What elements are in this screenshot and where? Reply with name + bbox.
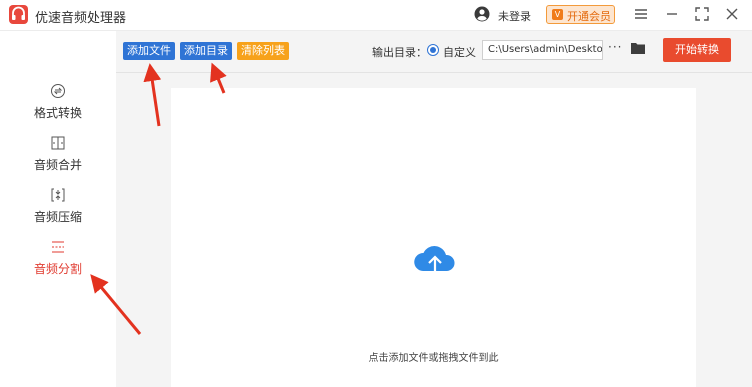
close-icon[interactable] <box>724 6 740 22</box>
sidebar-item-compress[interactable]: 音频压缩 <box>0 187 116 237</box>
split-icon <box>52 241 64 253</box>
add-folder-button[interactable]: 添加目录 <box>180 42 232 60</box>
start-convert-button[interactable]: 开始转换 <box>663 38 731 62</box>
app-title: 优速音频处理器 <box>35 11 127 26</box>
merge-icon <box>51 136 65 150</box>
sidebar-item-label: 音频合并 <box>33 158 82 172</box>
menu-icon[interactable] <box>633 6 649 22</box>
sidebar-item-label: 音频分割 <box>33 262 82 276</box>
cloud-upload-icon <box>414 246 455 279</box>
compress-icon <box>51 188 65 202</box>
drop-hint-text: 点击添加文件或拖拽文件到此 <box>368 353 499 364</box>
folder-icon[interactable] <box>630 41 646 55</box>
vip-label: 开通会员 <box>567 10 611 23</box>
login-status[interactable]: 未登录 <box>498 8 531 24</box>
title-bar: 优速音频处理器 未登录 V 开通会员 <box>0 0 752 31</box>
format-convert-icon <box>51 84 65 98</box>
main-content: 添加文件 添加目录 清除列表 输出目录： 自定义 C:\Users\admin\… <box>116 31 752 387</box>
clear-list-button[interactable]: 清除列表 <box>237 42 289 60</box>
sidebar-item-split[interactable]: 音频分割 <box>0 239 116 289</box>
sidebar-item-label: 格式转换 <box>33 106 82 120</box>
vip-button[interactable]: V 开通会员 <box>546 5 615 24</box>
output-path-field[interactable]: C:\Users\admin\Deskto <box>482 40 603 60</box>
minimize-icon[interactable] <box>664 6 680 22</box>
toolbar-divider <box>116 72 752 73</box>
file-drop-zone[interactable]: 点击添加文件或拖拽文件到此 <box>171 88 696 387</box>
output-dir-label: 输出目录： <box>372 46 427 59</box>
sidebar-item-merge[interactable]: 音频合并 <box>0 135 116 185</box>
custom-output-radio[interactable] <box>427 44 439 56</box>
vip-badge-icon: V <box>552 9 563 20</box>
user-avatar-icon[interactable] <box>474 6 490 22</box>
browse-more-button[interactable]: ··· <box>608 40 622 54</box>
sidebar: 格式转换 音频合并 音频压缩 音频分割 <box>0 31 116 387</box>
sidebar-item-format-convert[interactable]: 格式转换 <box>0 83 116 133</box>
add-file-button[interactable]: 添加文件 <box>123 42 175 60</box>
custom-output-label[interactable]: 自定义 <box>443 44 476 60</box>
maximize-icon[interactable] <box>694 6 710 22</box>
sidebar-item-label: 音频压缩 <box>33 210 82 224</box>
app-logo-icon <box>9 5 28 24</box>
